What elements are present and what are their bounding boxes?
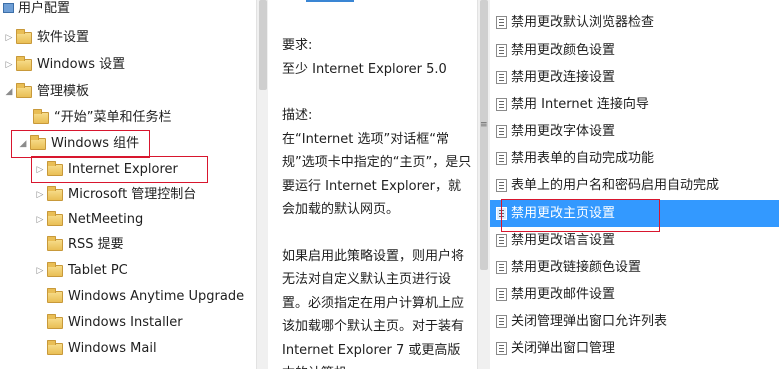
policy-setting-icon	[496, 234, 507, 247]
description-paragraph-2: 如果启用此策略设置，则用户将无法对自定义默认主页进行设置。必须指定在用户计算机上…	[282, 248, 465, 369]
navigation-tree: 用户配置 ▷ 软件设置 ▷ Windows 设置 ◢ 管理模板 “开始”菜单和任务栏 …	[0, 0, 256, 369]
policy-item[interactable]: 禁用表单的自动完成功能	[490, 145, 779, 172]
extended-tab-underline	[306, 0, 354, 2]
policy-label: 禁用表单的自动完成功能	[511, 151, 655, 166]
tree-item-admin-templates[interactable]: ◢ 管理模板	[3, 80, 89, 104]
policy-setting-icon	[496, 152, 507, 165]
policy-setting-icon	[496, 16, 507, 29]
policy-setting-icon	[496, 44, 507, 57]
policy-label: 禁用 Internet 连接向导	[511, 97, 649, 112]
folder-icon	[16, 56, 32, 71]
policy-setting-icon	[496, 288, 507, 301]
tree-item-anytime-upgrade[interactable]: Windows Anytime Upgrade	[34, 285, 244, 309]
policy-setting-icon	[496, 125, 507, 138]
tree-item-installer[interactable]: Windows Installer	[34, 311, 183, 335]
folder-icon	[16, 29, 32, 44]
description-text: 要求: 至少 Internet Explorer 5.0 描述: 在“Inter…	[282, 34, 472, 369]
chevron-right-icon[interactable]: ▷	[3, 53, 15, 77]
requirements-value: 至少 Internet Explorer 5.0	[282, 61, 447, 77]
tree-item-mail[interactable]: Windows Mail	[34, 337, 157, 361]
splitter-grip-icon[interactable]: ≡	[480, 121, 488, 134]
policy-item[interactable]: 禁用更改链接颜色设置	[490, 254, 779, 281]
tree-item-tablet-pc[interactable]: ▷ Tablet PC	[34, 259, 128, 283]
policy-item[interactable]: 关闭管理弹出窗口允许列表	[490, 308, 779, 335]
folder-icon	[47, 186, 63, 201]
chevron-right-icon[interactable]: ▷	[3, 26, 15, 50]
tree-item-mmc[interactable]: ▷ Microsoft 管理控制台	[34, 183, 196, 207]
policy-setting-icon	[496, 71, 507, 84]
policy-item[interactable]: 禁用更改颜色设置	[490, 37, 779, 64]
tree-item-netmeeting[interactable]: ▷ NetMeeting	[34, 208, 143, 232]
requirements-label: 要求:	[282, 38, 313, 53]
policy-setting-icon	[496, 315, 507, 328]
folder-icon	[47, 211, 63, 226]
policy-label: 禁用更改连接设置	[511, 70, 616, 85]
policy-label: 禁用更改默认浏览器检查	[511, 15, 655, 30]
policy-item[interactable]: 禁用更改默认浏览器检查	[490, 9, 779, 36]
highlight-box	[501, 199, 660, 232]
chevron-right-icon[interactable]: ▷	[34, 259, 46, 283]
policy-item[interactable]: 禁用更改连接设置	[490, 64, 779, 91]
description-scrollbar-thumb[interactable]	[480, 0, 488, 270]
policy-label: 关闭弹出窗口管理	[511, 341, 616, 356]
policy-label: 禁用更改邮件设置	[511, 287, 616, 302]
folder-icon	[47, 236, 63, 251]
policy-setting-icon	[496, 342, 507, 355]
chevron-right-icon[interactable]: ▷	[34, 208, 46, 232]
policy-label: 表单上的用户名和密码启用自动完成	[511, 178, 720, 193]
computer-icon	[0, 3, 14, 15]
tree-item-software-settings[interactable]: ▷ 软件设置	[3, 26, 89, 50]
description-paragraph-1: 在“Internet 选项”对话框“常规”选项卡中指定的“主页”，是只要运行 I…	[282, 131, 472, 218]
description-scrollbar[interactable]	[477, 0, 490, 369]
expanded-arrow-icon[interactable]: ◢	[3, 80, 15, 104]
policy-label: 禁用更改链接颜色设置	[511, 260, 642, 275]
description-label: 描述:	[282, 108, 313, 123]
highlight-box	[31, 156, 208, 183]
policy-label: 关闭管理弹出窗口允许列表	[511, 314, 668, 329]
policy-list: 禁用更改默认浏览器检查 禁用更改颜色设置 禁用更改连接设置 禁用 Interne…	[490, 0, 779, 369]
policy-item[interactable]: 禁用更改邮件设置	[490, 281, 779, 308]
chevron-right-icon[interactable]: ▷	[34, 183, 46, 207]
folder-icon	[47, 314, 63, 329]
policy-item[interactable]: 禁用更改字体设置	[490, 118, 779, 145]
tree-item-user-config[interactable]: 用户配置	[0, 0, 70, 21]
folder-icon	[33, 109, 49, 124]
folder-icon	[47, 262, 63, 277]
policy-item[interactable]: 关闭弹出窗口管理	[490, 335, 779, 362]
tree-scrollbar-thumb[interactable]	[259, 0, 267, 90]
highlight-box	[11, 130, 150, 158]
policy-label: 禁用更改语言设置	[511, 233, 616, 248]
policy-item[interactable]: 表单上的用户名和密码启用自动完成	[490, 172, 779, 199]
description-pane: 要求: 至少 Internet Explorer 5.0 描述: 在“Inter…	[268, 0, 477, 369]
folder-icon	[16, 83, 32, 98]
policy-label: 禁用更改颜色设置	[511, 43, 616, 58]
policy-setting-icon	[496, 261, 507, 274]
policy-label: 禁用更改字体设置	[511, 124, 616, 139]
tree-item-rss[interactable]: RSS 提要	[34, 233, 124, 257]
policy-setting-icon	[496, 98, 507, 111]
tree-item-windows-settings[interactable]: ▷ Windows 设置	[3, 53, 125, 77]
folder-icon	[47, 340, 63, 355]
policy-setting-icon	[496, 179, 507, 192]
tree-item-start-menu[interactable]: “开始”菜单和任务栏	[20, 106, 171, 130]
policy-item[interactable]: 禁用 Internet 连接向导	[490, 91, 779, 118]
folder-icon	[47, 288, 63, 303]
